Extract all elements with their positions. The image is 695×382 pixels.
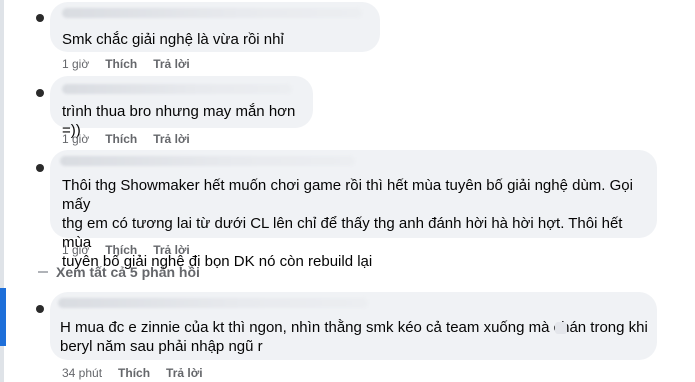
like-button[interactable]: Thích (118, 366, 150, 380)
comment-bubble: H mua đc e zinnie của kt thì ngon, nhìn … (50, 292, 657, 360)
avatar[interactable] (36, 164, 44, 172)
avatar[interactable] (36, 89, 44, 97)
scroll-accent (0, 288, 6, 346)
comment-time[interactable]: 34 phút (62, 366, 102, 380)
comment-bubble: trình thua bro nhưng may mắn hơn =)) (50, 76, 313, 139)
reply-button[interactable]: Trả lời (153, 57, 190, 71)
commenter-name[interactable] (60, 156, 355, 166)
comment-bubble: Thôi thg Showmaker hết muốn chơi game rồ… (50, 150, 657, 270)
reply-button[interactable]: Trả lời (153, 243, 190, 257)
comment-actions: 1 giờ Thích Trả lời (62, 57, 190, 71)
reply-button[interactable]: Trả lời (153, 132, 190, 146)
comment-time[interactable]: 1 giờ (62, 243, 89, 257)
comment-time[interactable]: 1 giờ (62, 57, 89, 71)
comment-time[interactable]: 1 giờ (62, 132, 89, 146)
view-more-replies[interactable]: Xem tất cả 5 phản hồi (38, 264, 200, 280)
commenter-name[interactable] (62, 84, 292, 94)
commenter-name[interactable] (58, 298, 368, 308)
comment-actions: 1 giờ Thích Trả lời (62, 243, 190, 257)
like-button[interactable]: Thích (105, 132, 137, 146)
comment-text: Smk chắc giải nghệ là vừa rồi nhỉ (62, 31, 284, 48)
comment-actions: 1 giờ Thích Trả lời (62, 132, 190, 146)
avatar[interactable] (36, 14, 44, 22)
comment-actions: 34 phút Thích Trả lời (62, 366, 203, 380)
thread-connector (38, 271, 48, 273)
reply-button[interactable]: Trả lời (166, 366, 203, 380)
censored-emoji (555, 322, 567, 334)
commenter-name[interactable] (62, 8, 362, 18)
like-button[interactable]: Thích (105, 57, 137, 71)
like-button[interactable]: Thích (105, 243, 137, 257)
avatar[interactable] (36, 305, 44, 313)
view-more-label[interactable]: Xem tất cả 5 phản hồi (56, 264, 200, 280)
comment-bubble: Smk chắc giải nghệ là vừa rồi nhỉ (50, 2, 380, 52)
